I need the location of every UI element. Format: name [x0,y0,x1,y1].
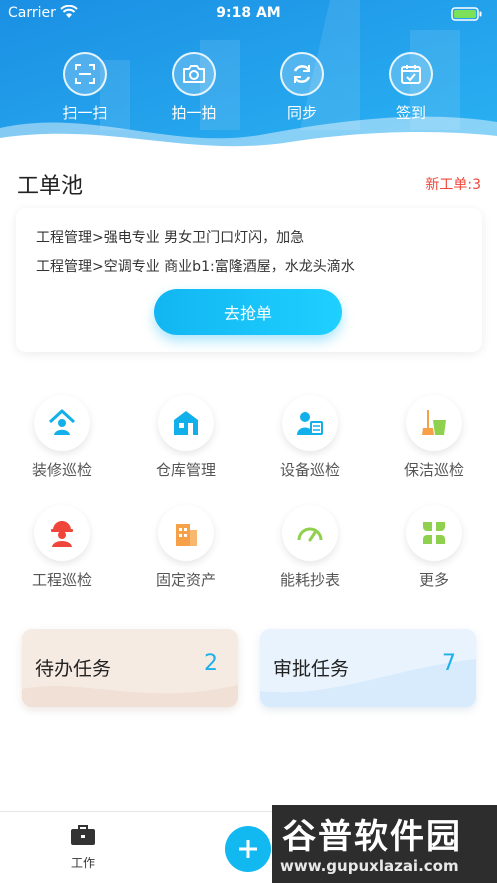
scan-label: 扫一扫 [62,104,108,122]
grid-item-warehouse[interactable]: 仓库管理 [131,395,241,480]
grid-label: 仓库管理 [155,461,216,479]
check-in-icon [401,65,421,84]
todo-task-card[interactable]: 待办任务 2 [22,629,238,707]
bucket-mop-icon [422,410,446,435]
approval-task-card[interactable]: 审批任务 7 [260,629,476,707]
todo-task-count: 2 [204,651,218,676]
order-item[interactable]: 工程管理>强电专业 男女卫门口灯闪，加急 [36,227,304,247]
order-item[interactable]: 工程管理>空调专业 商业b1:富隆酒屋，水龙头滴水 [36,256,355,276]
scan-button[interactable]: 扫一扫 [50,52,120,123]
photo-button[interactable]: 拍一拍 [159,52,229,123]
worker-inspect-icon [297,412,323,435]
approval-task-count: 7 [442,651,456,676]
check-in-button[interactable]: 签到 [376,52,446,123]
grid-item-equipment-inspection[interactable]: 设备巡检 [255,395,365,480]
engineer-helmet-icon [51,521,73,547]
building-icon [176,524,197,546]
grid-item-decoration-inspection[interactable]: 装修巡检 [7,395,117,480]
watermark: 谷普软件园 www.gupuxlazai.com [272,805,497,883]
grid-item-more[interactable]: 更多 [379,505,489,590]
todo-task-label: 待办任务 [35,658,112,680]
grab-order-button[interactable]: 去抢单 [154,289,342,335]
watermark-url: www.gupuxlazai.com [280,857,459,875]
briefcase-icon [71,825,95,845]
battery-icon [451,6,483,25]
tab-work[interactable]: 工作 [60,824,106,871]
clock: 9:18 AM [216,5,281,21]
grid-item-fixed-assets[interactable]: 固定资产 [131,505,241,590]
tab-work-label: 工作 [70,856,95,870]
scan-icon [75,64,95,84]
check-in-label: 签到 [395,104,426,122]
grid-label: 能耗抄表 [279,571,340,589]
status-bar: Carrier 9:18 AM [0,0,497,26]
grid-label: 保洁巡检 [403,461,464,479]
house-person-icon [48,409,76,435]
grid-label: 设备巡检 [279,461,340,479]
clover-icon [423,522,445,544]
gauge-icon [297,527,323,542]
grid-label: 工程巡检 [31,571,92,589]
new-orders-badge[interactable]: 新工单:3 [425,174,481,194]
sync-label: 同步 [286,104,317,122]
grid-item-energy-meter[interactable]: 能耗抄表 [255,505,365,590]
grid-item-cleaning-inspection[interactable]: 保洁巡检 [379,395,489,480]
header-banner: Carrier 9:18 AM 扫一扫 拍一拍 同步 签到 [0,0,497,160]
sync-icon [293,65,311,83]
add-button[interactable] [225,826,271,872]
grid-label: 固定资产 [155,571,216,589]
quick-actions: 扫一扫 拍一拍 同步 签到 [0,52,497,132]
warehouse-icon [174,411,198,435]
sync-button[interactable]: 同步 [267,52,337,123]
grid-label: 更多 [418,571,449,589]
camera-icon [183,65,205,83]
grid-item-engineering-inspection[interactable]: 工程巡检 [7,505,117,590]
grid-label: 装修巡检 [31,461,92,479]
approval-task-label: 审批任务 [273,658,350,680]
watermark-brand: 谷普软件园 [282,817,462,857]
photo-label: 拍一拍 [171,104,217,122]
plus-icon [239,840,257,858]
order-pool-card: 工程管理>强电专业 男女卫门口灯闪，加急 工程管理>空调专业 商业b1:富隆酒屋… [16,208,482,352]
pool-title: 工单池 [17,174,84,199]
